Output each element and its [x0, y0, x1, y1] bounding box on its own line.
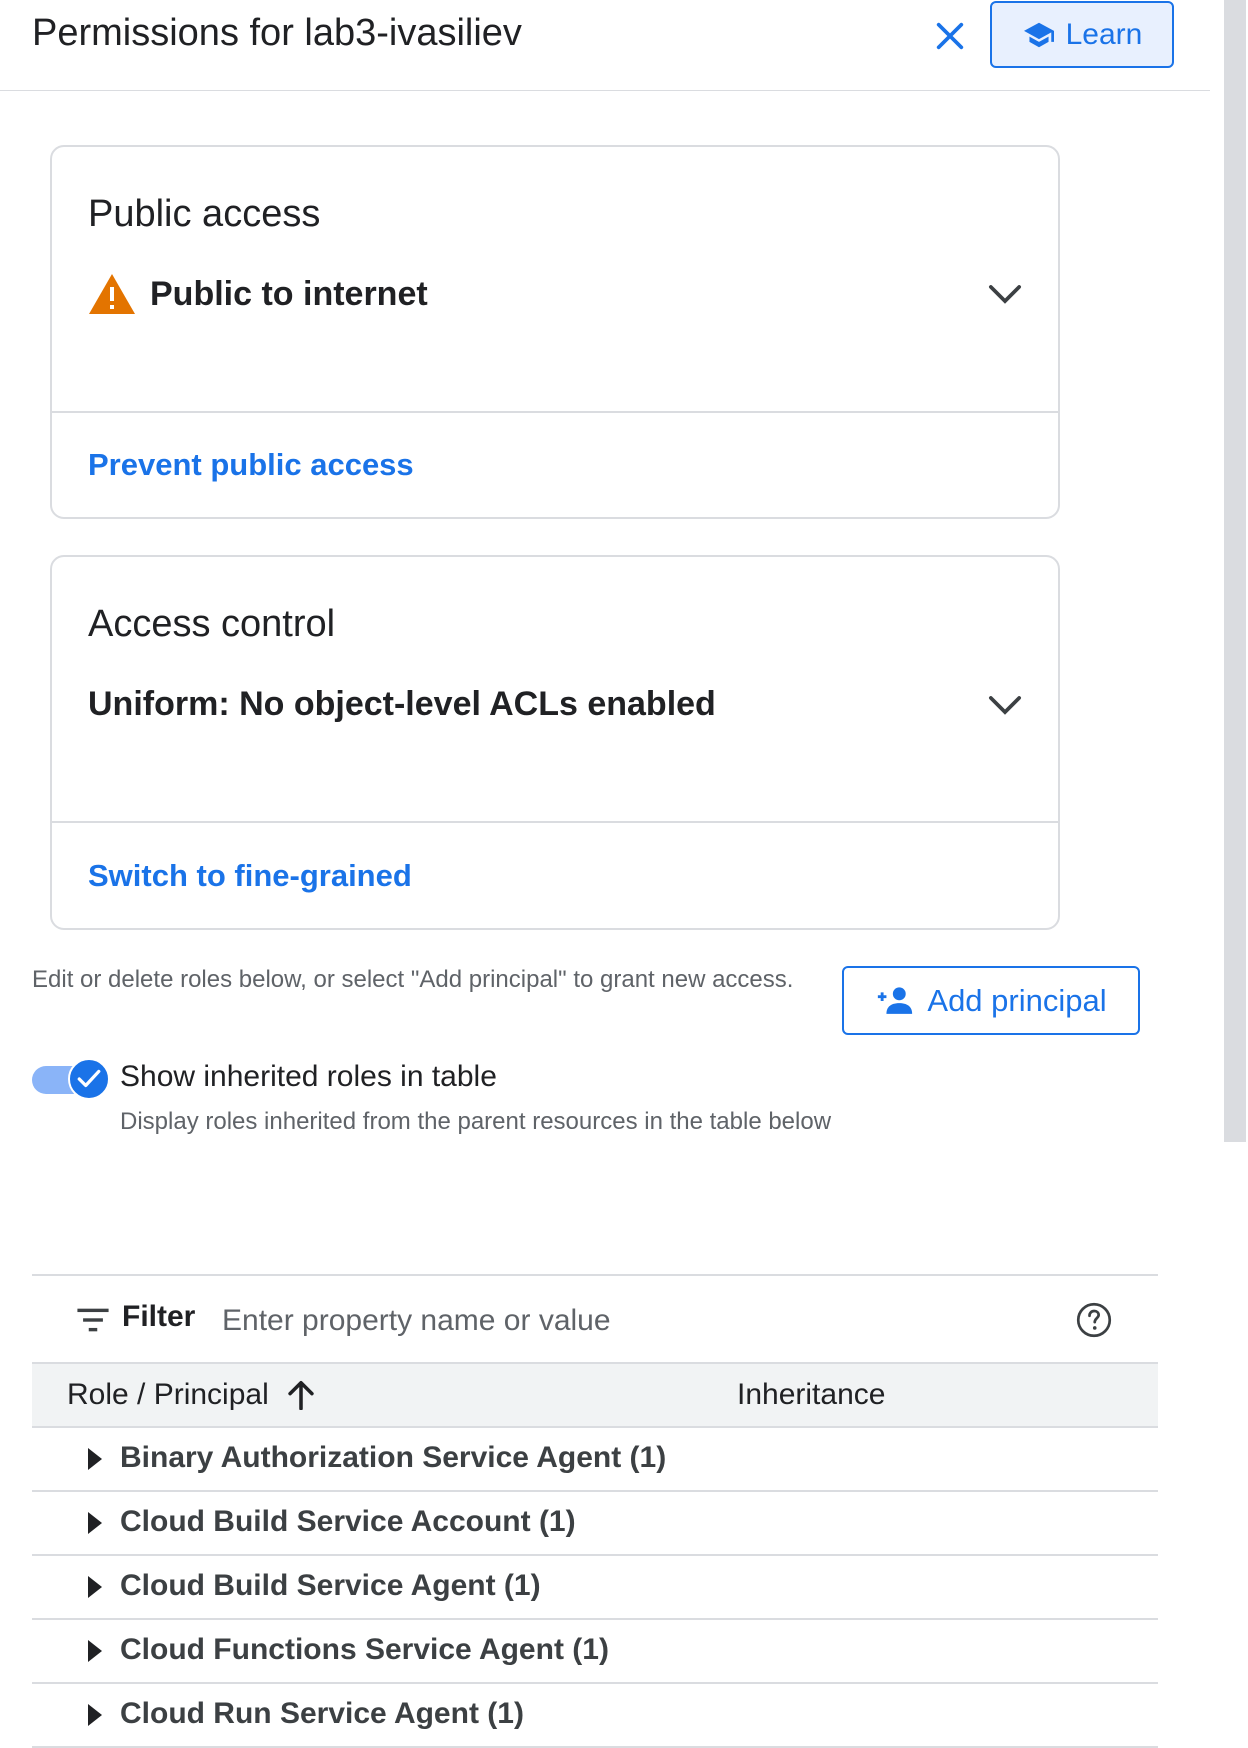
add-principal-label: Add principal — [927, 982, 1107, 1018]
card-divider — [52, 821, 1058, 823]
filter-icon — [77, 1308, 109, 1332]
role-label: Cloud Run Service Agent (1) — [120, 1697, 524, 1730]
table-row[interactable]: Cloud Run Service Agent (1) — [32, 1684, 1158, 1748]
filter-bar: Filter — [32, 1274, 1158, 1364]
public-access-status: Public to internet — [150, 274, 428, 313]
arrow-up-icon — [288, 1380, 314, 1410]
access-control-status: Uniform: No object-level ACLs enabled — [88, 685, 716, 723]
chevron-down-icon — [988, 285, 1022, 304]
principals-description: Edit or delete roles below, or select "A… — [32, 966, 794, 993]
role-label: Cloud Build Service Agent (1) — [120, 1569, 541, 1602]
table-row[interactable]: Cloud Functions Service Agent (1) — [32, 1620, 1158, 1684]
prevent-public-access-link[interactable]: Prevent public access — [88, 447, 414, 483]
table-row[interactable]: Binary Authorization Service Agent (1) — [32, 1428, 1158, 1492]
inherited-roles-label: Show inherited roles in table — [120, 1060, 497, 1093]
table-header: Role / Principal Inheritance — [32, 1364, 1158, 1428]
filter-input[interactable] — [220, 1292, 984, 1350]
expand-arrow-icon — [88, 1576, 102, 1598]
expand-arrow-icon — [88, 1448, 102, 1470]
close-icon — [936, 22, 964, 50]
help-icon[interactable] — [1076, 1302, 1112, 1338]
role-label: Cloud Build Service Account (1) — [120, 1505, 576, 1538]
learn-button[interactable]: Learn — [990, 1, 1174, 68]
school-icon — [1023, 22, 1054, 47]
scrollbar-thumb[interactable] — [1224, 0, 1246, 1142]
role-label: Cloud Functions Service Agent (1) — [120, 1633, 609, 1666]
public-access-expander[interactable]: Public to internet — [88, 273, 1022, 315]
public-access-title: Public access — [88, 193, 321, 235]
check-icon — [77, 1069, 101, 1088]
public-access-card: Public access Public to internet Prevent… — [50, 145, 1060, 519]
access-control-expander[interactable]: Uniform: No object-level ACLs enabled — [88, 685, 1022, 724]
table-row[interactable]: Cloud Build Service Account (1) — [32, 1492, 1158, 1556]
role-label: Binary Authorization Service Agent (1) — [120, 1441, 667, 1474]
expand-arrow-icon — [88, 1640, 102, 1662]
toggle-knob — [68, 1058, 110, 1100]
filter-label: Filter — [122, 1300, 196, 1333]
column-header-inheritance[interactable]: Inheritance — [737, 1378, 885, 1412]
expand-arrow-icon — [88, 1512, 102, 1534]
access-control-title: Access control — [88, 603, 336, 645]
card-divider — [52, 411, 1058, 413]
close-button[interactable] — [928, 14, 972, 58]
panel-title: Permissions for lab3-ivasiliev — [32, 12, 522, 54]
warning-icon — [89, 274, 135, 314]
column-header-role-principal[interactable]: Role / Principal — [67, 1378, 315, 1412]
access-control-card: Access control Uniform: No object-level … — [50, 555, 1060, 930]
permissions-table: Filter Role / Principal Inheritance Bina… — [32, 1274, 1158, 1748]
column-header-label: Role / Principal — [67, 1378, 269, 1411]
person-add-icon — [878, 986, 913, 1014]
table-row[interactable]: Cloud Build Service Agent (1) — [32, 1556, 1158, 1620]
panel-header: Permissions for lab3-ivasiliev Learn — [0, 0, 1210, 91]
chevron-down-icon — [988, 695, 1022, 715]
inherited-roles-sublabel: Display roles inherited from the parent … — [120, 1108, 832, 1135]
inherited-roles-toggle[interactable] — [32, 1058, 110, 1100]
switch-fine-grained-link[interactable]: Switch to fine-grained — [88, 858, 412, 894]
expand-arrow-icon — [88, 1704, 102, 1726]
learn-label: Learn — [1065, 17, 1143, 51]
add-principal-button[interactable]: Add principal — [842, 966, 1140, 1035]
